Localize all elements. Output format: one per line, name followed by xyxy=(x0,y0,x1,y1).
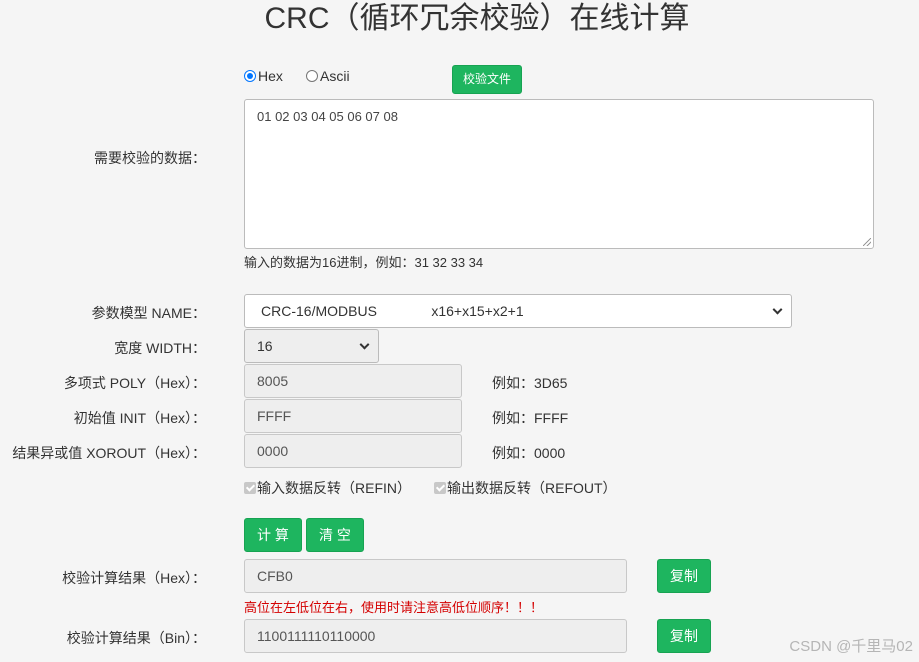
xorout-example: 例如：0000 xyxy=(492,445,566,461)
clear-button[interactable]: 清 空 xyxy=(306,518,364,552)
refin-checkbox[interactable]: 输入数据反转（REFIN） xyxy=(244,478,411,498)
model-label: 参数模型 NAME： xyxy=(91,305,206,321)
xorout-field[interactable]: 0000 xyxy=(244,434,462,468)
copy-bin-button[interactable]: 复制 xyxy=(657,619,711,653)
data-textarea-value: 01 02 03 04 05 06 07 08 xyxy=(257,109,398,124)
data-input-label: 需要校验的数据： xyxy=(94,150,206,166)
init-field[interactable]: FFFF xyxy=(244,399,462,433)
resize-grip-icon[interactable] xyxy=(863,238,871,246)
refin-label: 输入数据反转（REFIN） xyxy=(257,480,411,496)
model-select[interactable]: CRC-16/MODBUS x16+x15+x2+1 xyxy=(244,294,792,328)
chevron-down-icon xyxy=(359,339,370,350)
width-select-value: 16 xyxy=(257,338,273,354)
init-value: FFFF xyxy=(257,408,292,424)
init-label: 初始值 INIT（Hex）： xyxy=(73,410,206,426)
data-input-hint: 输入的数据为16进制，例如：31 32 33 34 xyxy=(244,255,484,270)
check-file-button[interactable]: 校验文件 xyxy=(452,65,522,94)
result-bin-field[interactable]: 1100111110110000 xyxy=(244,619,627,653)
chevron-down-icon xyxy=(772,304,783,315)
poly-label: 多项式 POLY（Hex）： xyxy=(63,375,206,391)
radio-hex-indicator[interactable] xyxy=(244,70,256,82)
radio-ascii-indicator[interactable] xyxy=(306,70,318,82)
init-example: 例如：FFFF xyxy=(492,410,569,426)
xorout-label: 结果异或值 XOROUT（Hex）： xyxy=(12,445,206,461)
page-title: CRC（循环冗余校验）在线计算 xyxy=(264,2,690,35)
result-hex-label: 校验计算结果（Hex）： xyxy=(62,570,206,586)
refout-check-icon[interactable] xyxy=(434,482,446,494)
poly-value: 8005 xyxy=(257,373,289,389)
refout-checkbox[interactable]: 输出数据反转（REFOUT） xyxy=(434,478,617,498)
xorout-value: 0000 xyxy=(257,443,289,459)
width-label: 宽度 WIDTH： xyxy=(114,340,206,356)
result-bin-label: 校验计算结果（Bin）： xyxy=(66,630,206,646)
model-select-value: CRC-16/MODBUS x16+x15+x2+1 xyxy=(261,303,524,319)
calculate-button[interactable]: 计 算 xyxy=(244,518,302,552)
result-warning: 高位在左低位在右，使用时请注意高低位顺序！！！ xyxy=(244,600,544,615)
result-hex-value: CFB0 xyxy=(257,568,293,584)
result-bin-value: 1100111110110000 xyxy=(257,628,376,644)
radio-hex[interactable]: Hex xyxy=(244,68,283,84)
poly-example: 例如：3D65 xyxy=(492,375,568,391)
radio-ascii[interactable]: Ascii xyxy=(306,68,350,84)
poly-field[interactable]: 8005 xyxy=(244,364,462,398)
watermark: CSDN @千里马02 xyxy=(789,638,913,655)
radio-ascii-label: Ascii xyxy=(320,68,350,84)
refin-check-icon[interactable] xyxy=(244,482,256,494)
copy-hex-button[interactable]: 复制 xyxy=(657,559,711,593)
radio-hex-label: Hex xyxy=(258,68,283,84)
data-textarea[interactable]: 01 02 03 04 05 06 07 08 xyxy=(244,99,874,249)
refout-label: 输出数据反转（REFOUT） xyxy=(447,480,617,496)
result-hex-field[interactable]: CFB0 xyxy=(244,559,627,593)
width-select[interactable]: 16 xyxy=(244,329,379,363)
